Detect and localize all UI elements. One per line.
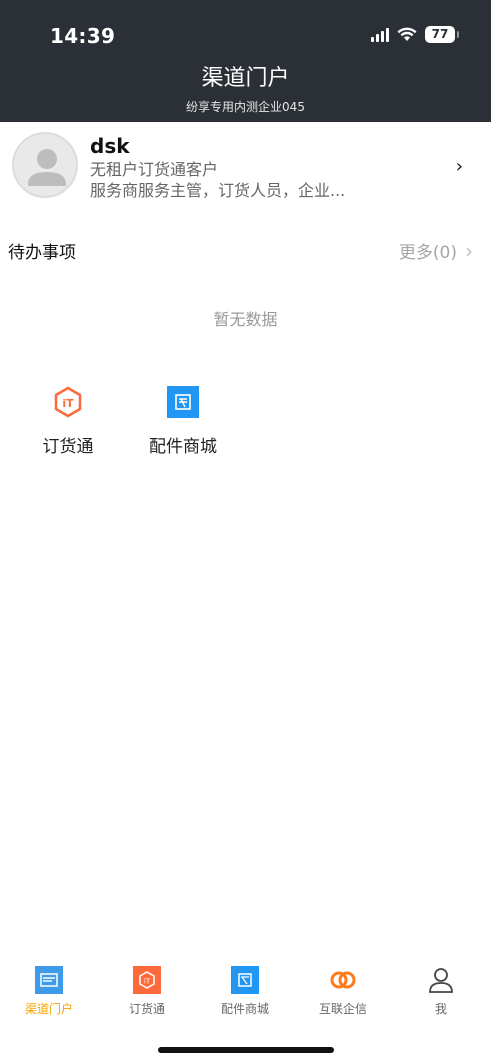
todo-more-link[interactable]: 更多(0) › xyxy=(398,238,473,264)
app-shortcut-order[interactable]: iT 订货通 xyxy=(18,386,118,457)
tab-channel-portal[interactable]: 渠道门户 xyxy=(0,955,98,1025)
wifi-icon xyxy=(397,27,417,42)
page-title: 渠道门户 xyxy=(201,66,290,91)
app-header: 14:39 77 渠道门户 纷享专用内测企业045 xyxy=(0,0,491,122)
default-avatar-icon xyxy=(28,149,66,186)
profile-roles: 服务商服务主管，订货人员，企业... xyxy=(90,181,346,200)
tab-parts-mall[interactable]: 配件商城 xyxy=(196,955,294,1025)
svg-text:iT: iT xyxy=(144,978,151,986)
app-shortcut-parts-mall[interactable]: 配件商城 xyxy=(133,386,233,457)
chevron-right-icon: › xyxy=(465,238,473,263)
profile-name: dsk xyxy=(90,134,130,158)
tab-label: 互联企信 xyxy=(318,1002,367,1016)
bottom-tab-bar: 渠道门户 iT 订货通 配件商城 互联企信 我 xyxy=(0,955,491,1025)
todo-empty-text: 暂无数据 xyxy=(213,310,278,329)
tab-order[interactable]: iT 订货通 xyxy=(98,955,196,1025)
battery-icon: 77 xyxy=(425,26,459,43)
status-time: 14:39 xyxy=(50,24,116,48)
tab-label: 配件商城 xyxy=(220,1002,269,1016)
channel-portal-icon xyxy=(34,965,64,995)
home-indicator[interactable] xyxy=(158,1047,334,1053)
tab-label: 订货通 xyxy=(128,1002,165,1016)
chevron-right-icon: › xyxy=(455,156,463,177)
todo-title: 待办事项 xyxy=(8,243,76,263)
app-label: 订货通 xyxy=(42,437,94,457)
tab-label: 渠道门户 xyxy=(24,1002,73,1016)
order-hexagon-icon: iT xyxy=(52,386,84,418)
todo-section-header: 待办事项 更多(0) › xyxy=(0,236,491,264)
status-icons: 77 xyxy=(371,26,459,43)
parts-mall-icon xyxy=(167,386,199,418)
tab-label: 我 xyxy=(434,1002,447,1016)
signal-icon xyxy=(371,27,389,42)
tab-interconnect[interactable]: 互联企信 xyxy=(294,955,392,1025)
interconnect-icon xyxy=(328,965,358,995)
enterprise-name: 纷享专用内测企业045 xyxy=(186,100,305,114)
profile-card[interactable]: dsk 无租户订货通客户 服务商服务主管，订货人员，企业... › xyxy=(0,122,491,214)
order-icon: iT xyxy=(132,965,162,995)
svg-text:iT: iT xyxy=(62,397,74,410)
person-icon xyxy=(426,965,456,995)
app-label: 配件商城 xyxy=(149,437,217,457)
todo-more-label: 更多(0) xyxy=(398,243,457,263)
avatar xyxy=(12,132,78,198)
tab-me[interactable]: 我 xyxy=(392,955,490,1025)
parts-mall-icon xyxy=(230,965,260,995)
